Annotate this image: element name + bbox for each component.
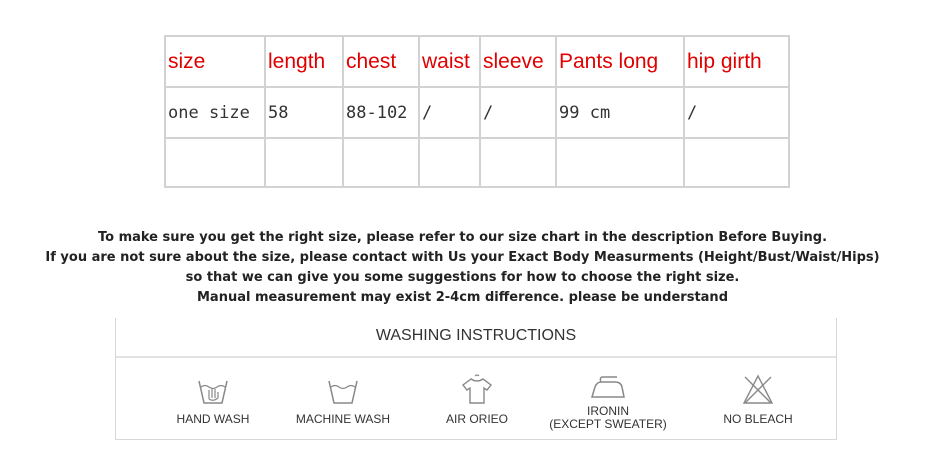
wash-label: AIR ORIEO — [445, 412, 508, 426]
empty-cell — [342, 137, 420, 188]
no-bleach-icon — [742, 374, 774, 404]
divider — [116, 356, 836, 358]
header-length: length — [264, 35, 344, 88]
wash-item-air-dry: AIR ORIEO — [412, 373, 542, 426]
size-empty-row — [164, 137, 790, 188]
header-chest: chest — [342, 35, 420, 88]
value-chest: 88-102 — [342, 86, 420, 139]
value-sleeve: / — [479, 86, 557, 139]
empty-cell — [264, 137, 344, 188]
wash-item-machine-wash: MACHINE WASH — [278, 373, 408, 426]
note-line: Manual measurement may exist 2-4cm diffe… — [197, 290, 728, 305]
size-chart-table: size length chest waist sleeve Pants lon… — [164, 35, 790, 188]
empty-cell — [418, 137, 481, 188]
wash-label-note: (EXCEPT SWEATER) — [549, 417, 667, 431]
wash-label: HAND WASH — [176, 412, 250, 426]
header-hip-girth: hip girth — [683, 35, 790, 88]
note-line: To make sure you get the right size, ple… — [97, 230, 828, 245]
wash-label: NO BLEACH — [723, 412, 793, 426]
air-dry-shirt-icon — [462, 374, 492, 404]
size-header-row: size length chest waist sleeve Pants lon… — [164, 35, 790, 88]
header-sleeve: sleeve — [479, 35, 557, 88]
empty-cell — [164, 137, 266, 188]
empty-cell — [683, 137, 790, 188]
header-pants-long: Pants long — [555, 35, 685, 88]
wash-item-iron: IRONIN (EXCEPT SWEATER) — [543, 373, 673, 431]
value-waist: / — [418, 86, 481, 139]
note-line: If you are not sure about the size, plea… — [45, 250, 880, 265]
note-line: so that we can give you some suggestions… — [185, 270, 740, 285]
value-pants-long: 99 cm — [555, 86, 685, 139]
empty-cell — [555, 137, 685, 188]
value-hip-girth: / — [683, 86, 790, 139]
washing-title: WASHING INSTRUCTIONS — [375, 327, 577, 344]
value-size: one size — [164, 86, 266, 139]
wash-item-hand-wash: HAND WASH — [148, 373, 278, 426]
wash-item-no-bleach: NO BLEACH — [693, 373, 823, 426]
hand-wash-icon — [198, 380, 228, 404]
size-value-row: one size 58 88-102 / / 99 cm / — [164, 86, 790, 139]
header-size: size — [164, 35, 266, 88]
empty-cell — [479, 137, 557, 188]
machine-wash-icon — [328, 380, 358, 404]
value-length: 58 — [264, 86, 344, 139]
iron-icon — [590, 376, 625, 398]
size-notes: To make sure you get the right size, ple… — [0, 228, 925, 308]
wash-label: MACHINE WASH — [295, 412, 391, 426]
header-waist: waist — [418, 35, 481, 88]
washing-instructions-panel: WASHING INSTRUCTIONS HAND WASH MACHINE W… — [115, 318, 837, 440]
